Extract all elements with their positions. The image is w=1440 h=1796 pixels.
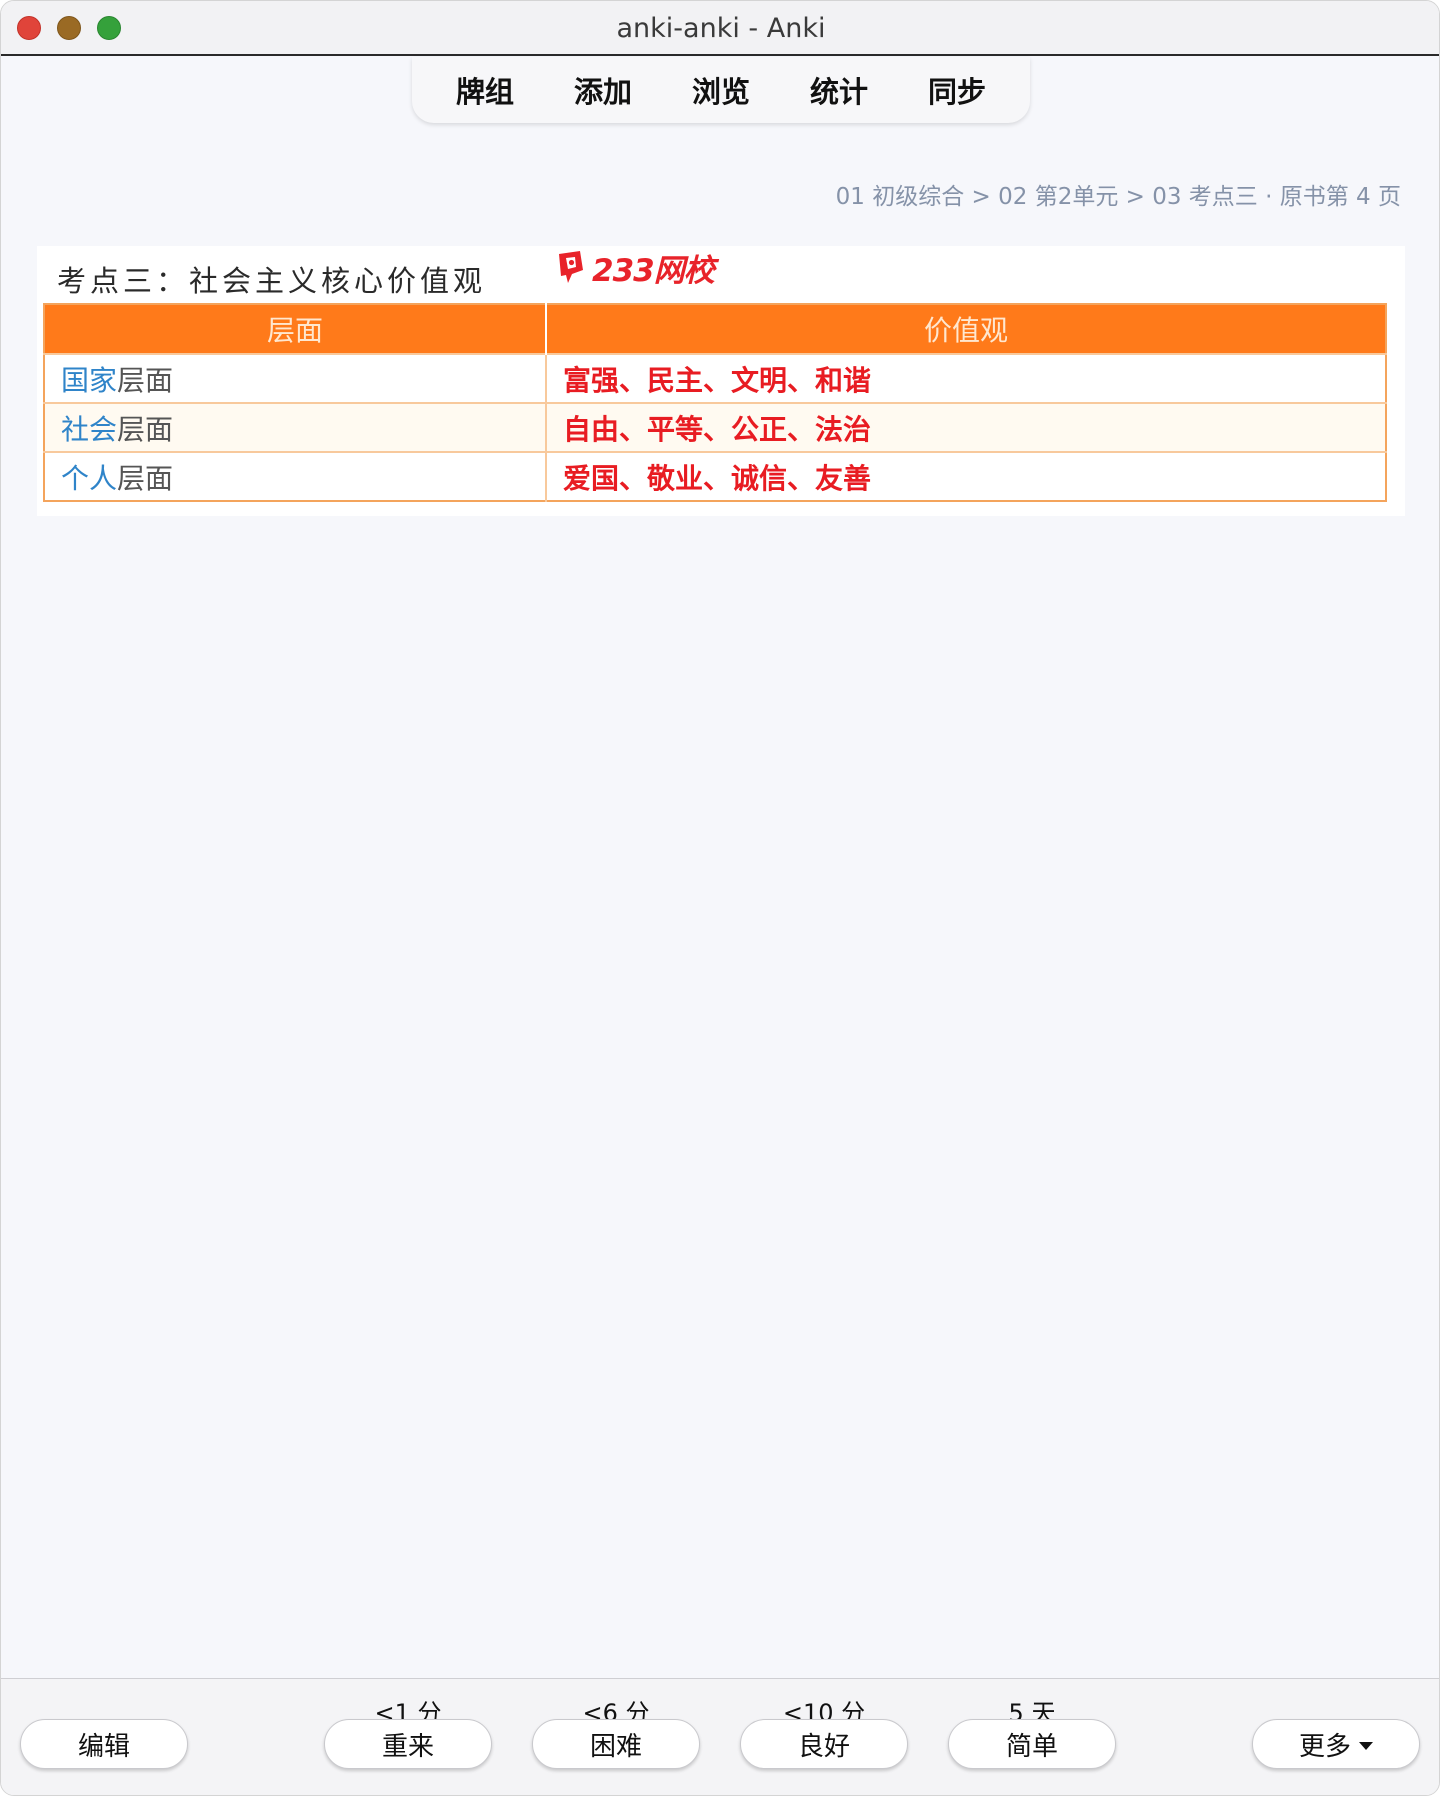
values-cell: 富强、民主、文明、和谐 xyxy=(546,353,1386,403)
table-row: 个人层面 爱国、敬业、诚信、友善 xyxy=(44,451,1386,501)
more-button[interactable]: 更多 xyxy=(1252,1719,1420,1769)
good-button[interactable]: 良好 xyxy=(740,1719,908,1769)
edit-button[interactable]: 编辑 xyxy=(20,1719,188,1769)
level-key: 国家 xyxy=(61,363,118,397)
level-key: 个人 xyxy=(61,461,118,495)
logo-mark-icon xyxy=(556,250,586,284)
title-bar: anki-anki - Anki xyxy=(1,1,1439,56)
level-rest: 层面 xyxy=(117,461,174,495)
toolbar-browse[interactable]: 浏览 xyxy=(692,69,750,111)
level-cell: 个人层面 xyxy=(44,451,547,501)
window-title: anki-anki - Anki xyxy=(616,13,826,44)
anki-window: anki-anki - Anki 牌组 添加 浏览 统计 同步 01 初级综合 … xyxy=(0,0,1440,1796)
review-bottom-bar: 编辑 <1 分 重来 <6 分 困难 <10 分 良好 5 天 简单 更多 xyxy=(1,1678,1439,1795)
level-rest: 层面 xyxy=(117,363,174,397)
level-key: 社会 xyxy=(61,412,118,446)
brand-logo: 233网校 xyxy=(556,246,715,289)
main-toolbar: 牌组 添加 浏览 统计 同步 xyxy=(412,57,1030,123)
card-breadcrumb: 01 初级综合 > 02 第2单元 > 03 考点三 · 原书第 4 页 xyxy=(835,184,1401,210)
caret-down-icon xyxy=(1359,1742,1373,1750)
card-image: 考点三：社会主义核心价值观 233网校 层面 价值观 国家层面 富强、民主、文明… xyxy=(37,246,1405,516)
toolbar-sync[interactable]: 同步 xyxy=(928,69,986,111)
table-header-row: 层面 价值观 xyxy=(44,304,1386,354)
header-values: 价值观 xyxy=(546,304,1386,354)
toolbar-stats[interactable]: 统计 xyxy=(810,69,868,111)
level-rest: 层面 xyxy=(117,412,174,446)
logo-text: 233网校 xyxy=(592,252,715,289)
level-cell: 国家层面 xyxy=(44,353,547,403)
level-cell: 社会层面 xyxy=(44,402,547,452)
again-button[interactable]: 重来 xyxy=(324,1719,492,1769)
table-row: 社会层面 自由、平等、公正、法治 xyxy=(44,402,1386,452)
easy-button[interactable]: 简单 xyxy=(948,1719,1116,1769)
card-heading: 考点三：社会主义核心价值观 xyxy=(57,264,487,298)
toolbar-decks[interactable]: 牌组 xyxy=(456,69,514,111)
table-row: 国家层面 富强、民主、文明、和谐 xyxy=(44,353,1386,403)
values-cell: 自由、平等、公正、法治 xyxy=(546,402,1386,452)
toolbar-add[interactable]: 添加 xyxy=(574,69,632,111)
core-values-table: 层面 价值观 国家层面 富强、民主、文明、和谐 社会层面 自由、平等、公正、法治… xyxy=(43,303,1387,502)
header-level: 层面 xyxy=(44,304,547,354)
values-cell: 爱国、敬业、诚信、友善 xyxy=(546,451,1386,501)
hard-button[interactable]: 困难 xyxy=(532,1719,700,1769)
more-label: 更多 xyxy=(1298,1731,1351,1762)
